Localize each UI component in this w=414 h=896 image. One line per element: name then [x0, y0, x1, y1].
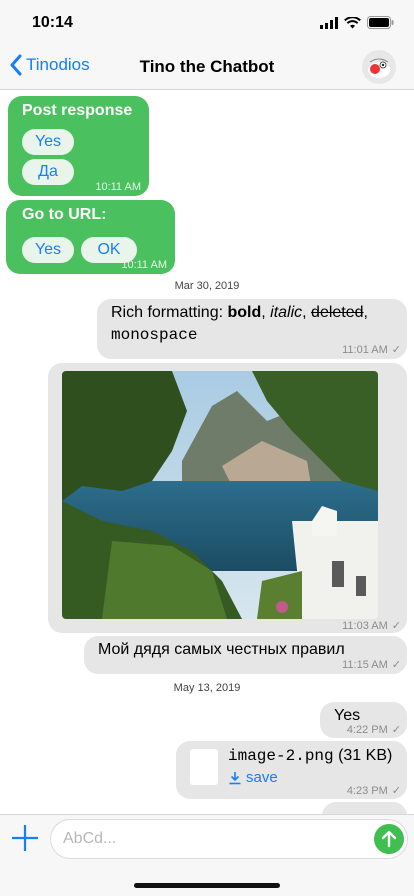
photo-image[interactable]	[62, 371, 378, 619]
nav-bar: Tinodios Tino the Chatbot	[0, 44, 414, 90]
file-save-link[interactable]: save	[228, 769, 278, 786]
bot-avatar-icon	[368, 58, 390, 78]
chat-title: Tino the Chatbot	[139, 57, 275, 76]
user-message-file: image-2.png (31 KB) save 4:23 PM ✓	[176, 741, 407, 799]
user-message-russian: Мой дядя самых честных правил 11:15 AM ✓	[84, 636, 407, 674]
composer-bar	[0, 814, 414, 896]
add-attachment-button[interactable]	[10, 823, 40, 853]
message-time: 4:22 PM ✓	[346, 724, 401, 736]
reply-button-yes[interactable]: Yes	[22, 237, 74, 263]
message-text: Мой дядя самых честных правил	[98, 641, 345, 658]
message-input[interactable]	[50, 819, 408, 859]
message-time: 10:11 AM	[95, 181, 141, 193]
message-time: 4:23 PM ✓	[346, 785, 401, 797]
status-bar: 10:14	[0, 0, 414, 44]
status-time: 10:14	[32, 14, 73, 31]
signal-icon	[320, 16, 338, 29]
date-separator: May 13, 2019	[173, 682, 241, 694]
download-icon	[229, 771, 241, 784]
delivered-check-icon: ✓	[391, 659, 401, 671]
message-time: 11:01 AM ✓	[342, 344, 401, 356]
delivered-check-icon: ✓	[391, 344, 401, 356]
wifi-icon	[344, 16, 361, 28]
arrow-up-icon	[381, 830, 397, 848]
user-message-yes: Yes 4:22 PM ✓	[320, 702, 407, 738]
delivered-check-icon: ✓	[391, 620, 401, 632]
file-icon	[190, 749, 218, 785]
message-time: 11:15 AM ✓	[342, 659, 401, 671]
message-title: Go to URL:	[22, 206, 107, 223]
send-button[interactable]	[374, 824, 404, 854]
message-title: Post response	[22, 102, 133, 119]
delivered-check-icon: ✓	[391, 724, 401, 736]
user-message-rich: Rich formatting: bold, italic, deleted, m…	[97, 299, 407, 359]
file-name: image-2.png (31 KB)	[228, 747, 393, 765]
user-message-photo: 11:03 AM ✓	[48, 363, 407, 633]
date-separator: Mar 30, 2019	[174, 280, 240, 292]
home-indicator	[134, 883, 280, 888]
message-time: 10:11 AM	[121, 259, 167, 271]
delivered-check-icon: ✓	[391, 785, 401, 797]
battery-icon	[367, 16, 394, 29]
status-icons	[320, 16, 394, 29]
message-time: 11:03 AM ✓	[342, 620, 401, 632]
reply-button-da[interactable]: Да	[22, 159, 74, 185]
message-text: Rich formatting: bold, italic, deleted, m…	[111, 304, 368, 344]
bot-message-go-to-url: Go to URL: Yes OK 10:11 AM	[6, 200, 175, 274]
chat-area[interactable]: Post response Yes Да 10:11 AM Go to URL:…	[0, 90, 414, 814]
plus-icon	[12, 825, 38, 851]
avatar[interactable]	[362, 50, 396, 84]
user-message-partial	[322, 802, 407, 814]
reply-button-yes[interactable]: Yes	[22, 129, 74, 155]
bot-message-post-response: Post response Yes Да 10:11 AM	[8, 96, 149, 196]
